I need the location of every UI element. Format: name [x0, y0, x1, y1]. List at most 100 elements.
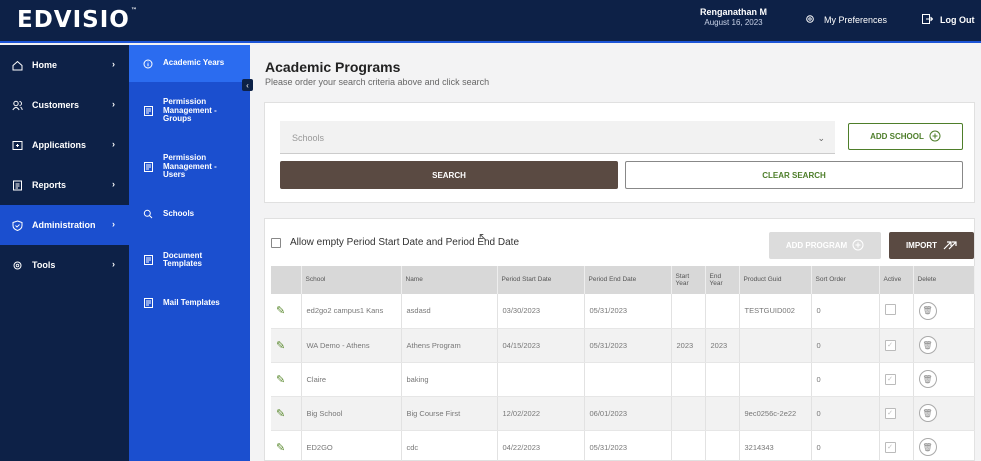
trash-icon: 🗑 [922, 306, 933, 316]
column-header-sort-order[interactable]: Sort Order [811, 266, 880, 294]
programs-panel: Allow empty Period Start Date and Period… [264, 218, 975, 461]
subnav-item-permission-groups[interactable]: Permission Management - Groups [129, 92, 250, 130]
cell-school: WA Demo - Athens [301, 328, 402, 363]
chevron-right-icon: › [112, 179, 115, 189]
active-checkbox[interactable]: ✓ [884, 339, 896, 351]
subnav-item-permission-users[interactable]: Permission Management - Users [129, 148, 250, 186]
column-header-delete: Delete [913, 266, 975, 294]
nav-item-applications[interactable]: Applications › [0, 125, 129, 165]
cell-period-end: 06/01/2023 [584, 396, 672, 431]
cell-start-year [671, 396, 706, 431]
home-icon [11, 60, 23, 71]
user-info: Renganathan M August 16, 2023 [700, 7, 767, 27]
column-header-start-year[interactable]: Start Year [671, 266, 706, 294]
cell-name: Big Course First [401, 396, 498, 431]
cell-period-start: 12/02/2022 [497, 396, 585, 431]
cell-period-start: 04/22/2023 [497, 430, 585, 461]
chevron-down-icon: ⌄ [817, 133, 825, 143]
subnav-item-schools[interactable]: Schools [129, 203, 250, 225]
nav-item-customers[interactable]: Customers › [0, 85, 129, 125]
mouse-cursor-icon: ↖ [478, 230, 489, 244]
cell-school: ed2go2 campus1 Kans [301, 294, 402, 329]
subnav-item-document-templates[interactable]: Document Templates [129, 245, 250, 275]
document-icon [143, 298, 153, 308]
document-icon [143, 162, 153, 172]
column-header-active[interactable]: Active [879, 266, 914, 294]
page-subtitle: Please order your search criteria above … [265, 77, 490, 87]
column-header-name[interactable]: Name [401, 266, 498, 294]
cell-sort-order: 0 [811, 294, 880, 329]
column-header-school[interactable]: School [301, 266, 402, 294]
subnav-item-academic-years[interactable]: Academic Years [129, 45, 250, 82]
cell-period-end: 05/31/2023 [584, 294, 672, 329]
subnav-item-mail-templates[interactable]: Mail Templates [129, 293, 250, 313]
cell-product-guid: 3214343 [739, 430, 812, 461]
nav-item-tools[interactable]: Tools › [0, 245, 129, 285]
cell-start-year [671, 362, 706, 397]
cell-end-year: 2023 [705, 328, 740, 363]
active-checkbox[interactable]: ✓ [884, 441, 896, 453]
column-header-end-year[interactable]: End Year [705, 266, 740, 294]
logout-button[interactable]: Log Out [922, 14, 975, 26]
user-name: Renganathan M [700, 7, 768, 17]
add-program-button[interactable]: ADD PROGRAM [769, 232, 881, 259]
top-bar: EDVISIO™ Renganathan M August 16, 2023 M… [0, 0, 981, 43]
import-button[interactable]: IMPORT [889, 232, 974, 259]
info-icon [143, 59, 153, 69]
trash-icon: 🗑 [922, 408, 933, 418]
cell-product-guid [739, 328, 812, 363]
edit-pencil-icon[interactable]: ✎ [276, 442, 285, 454]
delete-button[interactable]: 🗑 [918, 336, 937, 354]
add-school-button[interactable]: ADD SCHOOL [848, 123, 963, 150]
active-checkbox[interactable] [884, 304, 896, 316]
column-header-period-end[interactable]: Period End Date [584, 266, 672, 294]
table-row: ✎ Claire baking 0 ✓ 🗑 [271, 362, 975, 397]
column-header-product-guid[interactable]: Product Guid [739, 266, 812, 294]
reports-icon [11, 180, 23, 191]
nav-item-home[interactable]: Home › [0, 45, 129, 85]
chevron-right-icon: › [112, 139, 115, 149]
nav-item-reports[interactable]: Reports › [0, 165, 129, 205]
gear-icon [11, 260, 23, 271]
cell-start-year: 2023 [671, 328, 706, 363]
edit-pencil-icon[interactable]: ✎ [276, 305, 285, 317]
edit-pencil-icon[interactable]: ✎ [276, 340, 285, 352]
administration-subnav: Academic Years Permission Management - G… [129, 45, 250, 461]
cell-sort-order: 0 [811, 396, 880, 431]
table-row: ✎ ED2GO cdc 04/22/2023 05/31/2023 321434… [271, 430, 975, 461]
edit-pencil-icon[interactable]: ✎ [276, 374, 285, 386]
programs-table: School Name Period Start Date Period End… [271, 266, 975, 461]
chevron-right-icon: › [112, 59, 115, 69]
edit-pencil-icon[interactable]: ✎ [276, 408, 285, 420]
school-select[interactable]: Schools ⌄ [280, 121, 835, 154]
clear-search-button[interactable]: CLEAR SEARCH [625, 161, 963, 189]
allow-empty-dates-checkbox[interactable] [271, 237, 281, 248]
active-checkbox[interactable]: ✓ [884, 407, 896, 419]
cell-name: cdc [401, 430, 498, 461]
cell-name: Athens Program [401, 328, 498, 363]
edvisio-logo[interactable]: EDVISIO™ [17, 7, 138, 33]
delete-button[interactable]: 🗑 [918, 301, 937, 320]
my-preferences-link[interactable]: My Preferences [805, 14, 887, 26]
column-header-period-start[interactable]: Period Start Date [497, 266, 585, 294]
page-title: Academic Programs [265, 59, 401, 75]
document-icon [143, 255, 153, 265]
nav-item-administration[interactable]: Administration › [0, 205, 129, 245]
table-row: ✎ ed2go2 campus1 Kans asdasd 03/30/2023 … [271, 294, 975, 329]
applications-icon [11, 140, 23, 151]
delete-button[interactable]: 🗑 [918, 370, 937, 388]
trash-icon: 🗑 [922, 340, 933, 350]
active-checkbox[interactable]: ✓ [884, 373, 896, 385]
delete-button[interactable]: 🗑 [918, 404, 937, 422]
search-button[interactable]: SEARCH [280, 161, 618, 189]
cell-end-year [705, 294, 740, 329]
cell-period-start: 03/30/2023 [497, 294, 585, 329]
search-panel: Schools ⌄ ADD SCHOOL SEARCH CLEAR SEARCH [264, 102, 975, 203]
collapse-sidebar-button[interactable]: ‹ [242, 79, 253, 91]
cell-period-start: 04/15/2023 [497, 328, 585, 363]
chevron-right-icon: › [112, 259, 115, 269]
cell-end-year [705, 430, 740, 461]
cell-name: baking [401, 362, 498, 397]
delete-button[interactable]: 🗑 [918, 438, 937, 456]
chevron-right-icon: › [112, 99, 115, 109]
